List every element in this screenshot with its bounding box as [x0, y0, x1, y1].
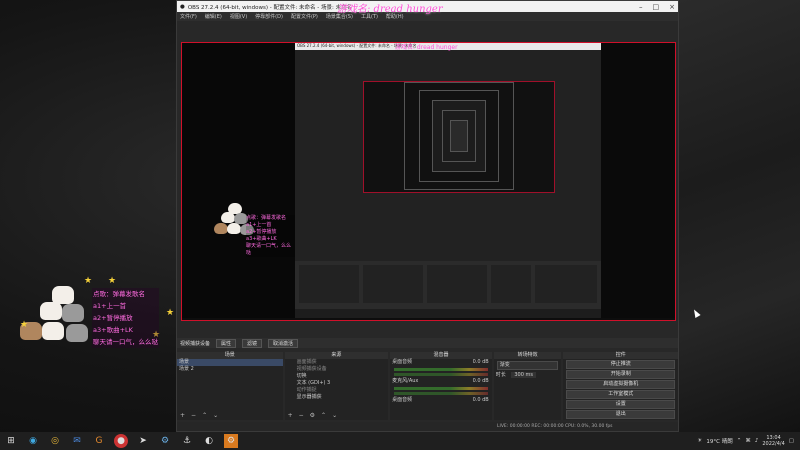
remove-icon[interactable]: − — [299, 412, 304, 420]
nested-obs-window: OBS 27.2.4 (64-bit, windows) - 配置文件: 未命名… — [295, 43, 601, 318]
windows-icon[interactable]: ⊞ — [4, 434, 18, 448]
scenes-dock: 场景 场景 场景 2 + − ⌃ ⌄ — [177, 352, 283, 420]
preview-canvas[interactable]: 点歌：弹幕发歌名 a1+上一首 a2+暂停播放 a3+歌曲+LK 聊天请一口气，… — [181, 42, 676, 321]
weather-icon: ☀ — [697, 438, 703, 444]
scene-item[interactable]: 场景 — [177, 359, 283, 366]
star-icon: ★ — [20, 320, 29, 330]
menu-file[interactable]: 文件(F) — [180, 13, 197, 20]
network-icon[interactable]: ⌘ — [745, 438, 751, 444]
audio-meter — [394, 368, 488, 371]
nested-dock-panels — [295, 261, 601, 309]
menu-view[interactable]: 视图(V) — [230, 13, 247, 20]
remove-icon[interactable]: − — [191, 412, 196, 420]
settings-button[interactable]: 设置 — [566, 400, 675, 409]
stop-streaming-button[interactable]: 停止推流 — [566, 360, 675, 369]
properties-button[interactable]: 属性 — [216, 338, 237, 348]
status-bar: LIVE: 00:00:00 REC: 00:00:00 CPU: 0.0%, … — [177, 422, 678, 431]
preview-dark-right — [601, 43, 675, 318]
deactivate-button[interactable]: 取消激活 — [268, 338, 299, 348]
volume-icon[interactable]: ♪ — [755, 438, 759, 444]
edge-icon[interactable]: ◉ — [26, 434, 40, 448]
move-down-icon[interactable]: ⌄ — [332, 412, 337, 420]
mixer-title: 混音器 — [390, 352, 492, 359]
obs-logo-icon: ● — [180, 3, 185, 10]
mail-icon[interactable]: ✉ — [70, 434, 84, 448]
sources-title: 来源 — [284, 352, 389, 359]
steam-icon[interactable]: ⚙ — [158, 434, 172, 448]
gear-icon[interactable]: ⚙ — [310, 412, 315, 420]
nested-taskbar — [295, 309, 601, 318]
move-up-icon[interactable]: ⌃ — [321, 412, 326, 420]
move-down-icon[interactable]: ⌄ — [213, 412, 218, 420]
anchor-icon[interactable]: ⚓ — [180, 434, 194, 448]
g-icon[interactable]: G — [92, 434, 106, 448]
source-item[interactable]: 画面捕获 — [285, 359, 389, 366]
source-controls-bar: 视频捕获设备 属性 滤镜 取消激活 — [177, 338, 678, 348]
window-title: OBS 27.2.4 (64-bit, windows) - 配置文件: 未命名… — [187, 4, 353, 11]
duration-row: 时长 300 ms — [494, 372, 562, 379]
star-icon: ★ — [166, 308, 175, 318]
subtitles-small: 点歌：弹幕发歌名 a1+上一首 a2+暂停播放 a3+歌曲+LK 聊天请一口气，… — [246, 215, 295, 257]
transition-select[interactable]: 渐变 — [496, 361, 559, 370]
selected-source-label: 视频捕获设备 — [180, 340, 211, 347]
scenes-title: 场景 — [177, 352, 283, 359]
notification-icon[interactable]: ▢ — [789, 438, 794, 444]
scene-item[interactable]: 场景 2 — [177, 366, 283, 373]
red-app-icon[interactable]: ● — [114, 434, 128, 448]
source-item[interactable]: 显示器捕获 — [285, 394, 389, 401]
menu-profile[interactable]: 配置文件(P) — [291, 13, 318, 20]
nested-overlay: 游戏名: dread hunger — [395, 44, 458, 51]
add-icon[interactable]: + — [180, 412, 185, 420]
move-up-icon[interactable]: ⌃ — [202, 412, 207, 420]
arrow-icon[interactable]: ➤ — [136, 434, 150, 448]
steam-icon[interactable]: ⚙ — [224, 434, 238, 448]
filters-button[interactable]: 滤镜 — [242, 338, 263, 348]
studio-mode-button[interactable]: 工作室模式 — [566, 390, 675, 399]
source-item[interactable]: 切换 — [285, 373, 389, 380]
game-name-overlay: 游戏名: dread hunger — [337, 4, 443, 15]
audio-meter — [394, 387, 488, 390]
taskbar: ⊞ ◉ ◎ ✉ G ● ➤ ⚙ ⚓ ◐ ⚙ ☀ 19°C 晴朗 ⌃ ⌘ ♪ 13… — [0, 432, 800, 450]
menu-docks[interactable]: 停靠部件(D) — [255, 13, 283, 20]
sources-dock: 来源 画面捕获 视频捕获设备 切换 文本 (GDI+) 3 动作捕捉 显示器捕获… — [284, 352, 389, 420]
virtual-camera-button[interactable]: 启动虚拟摄像机 — [566, 380, 675, 389]
obs-icon[interactable]: ◐ — [202, 434, 216, 448]
weather-text[interactable]: 19°C 晴朗 — [706, 437, 732, 445]
add-icon[interactable]: + — [288, 412, 293, 420]
mixer-channel-name: 桌面音频 0.0 dB — [392, 397, 489, 403]
preview-dark-left: 点歌：弹幕发歌名 a1+上一首 a2+暂停播放 a3+歌曲+LK 聊天请一口气，… — [182, 43, 295, 318]
controls-dock: 控件 停止推流 开始录制 启动虚拟摄像机 工作室模式 设置 退出 — [563, 352, 678, 420]
start-recording-button[interactable]: 开始录制 — [566, 370, 675, 379]
chrome-icon[interactable]: ◎ — [48, 434, 62, 448]
source-item[interactable]: 视频捕获设备 — [285, 366, 389, 373]
subtitles-overlay: 点歌：弹幕发歌名 a1+上一首 a2+暂停播放 a3+歌曲+LK 聊天请一口气，… — [92, 288, 159, 348]
source-item[interactable]: 文本 (GDI+) 3 — [285, 380, 389, 387]
controls-title: 控件 — [563, 352, 678, 359]
volume-slider[interactable] — [394, 373, 488, 376]
transitions-title: 转场特效 — [493, 352, 562, 359]
star-icon: ★ — [108, 276, 117, 286]
mixer-channel-name: 桌面音频 0.0 dB — [392, 359, 489, 365]
star-icon: ★ — [84, 276, 93, 286]
duration-input[interactable]: 300 ms — [511, 372, 536, 378]
exit-button[interactable]: 退出 — [566, 410, 675, 419]
source-item[interactable]: 动作捕捉 — [285, 387, 389, 394]
obs-window: ● OBS 27.2.4 (64-bit, windows) - 配置文件: 未… — [176, 0, 679, 432]
nested-preview — [363, 81, 555, 193]
close-icon[interactable]: × — [669, 3, 675, 11]
chevron-up-icon[interactable]: ⌃ — [737, 438, 742, 444]
dock-area: 场景 场景 场景 2 + − ⌃ ⌄ 来源 画面捕获 视频捕获设备 切换 文本 … — [177, 352, 678, 420]
maximize-icon[interactable]: □ — [653, 3, 660, 11]
transitions-dock: 转场特效 渐变 时长 300 ms — [493, 352, 562, 420]
mixer-channel-name: 麦克风/Aux 0.0 dB — [392, 378, 489, 384]
title-bar: ● OBS 27.2.4 (64-bit, windows) - 配置文件: 未… — [177, 1, 678, 15]
clock[interactable]: 13:04 2022/4/4 — [762, 435, 784, 447]
system-tray: ☀ 19°C 晴朗 ⌃ ⌘ ♪ 13:04 2022/4/4 ▢ — [697, 435, 800, 447]
minimize-icon[interactable]: – — [639, 3, 643, 11]
volume-slider[interactable] — [394, 392, 488, 395]
desktop-right-area — [678, 0, 800, 432]
mixer-dock: 混音器 桌面音频 0.0 dB 麦克风/Aux 0.0 dB 桌面音频 0.0 dB — [390, 352, 492, 420]
menu-edit[interactable]: 编辑(E) — [205, 13, 222, 20]
